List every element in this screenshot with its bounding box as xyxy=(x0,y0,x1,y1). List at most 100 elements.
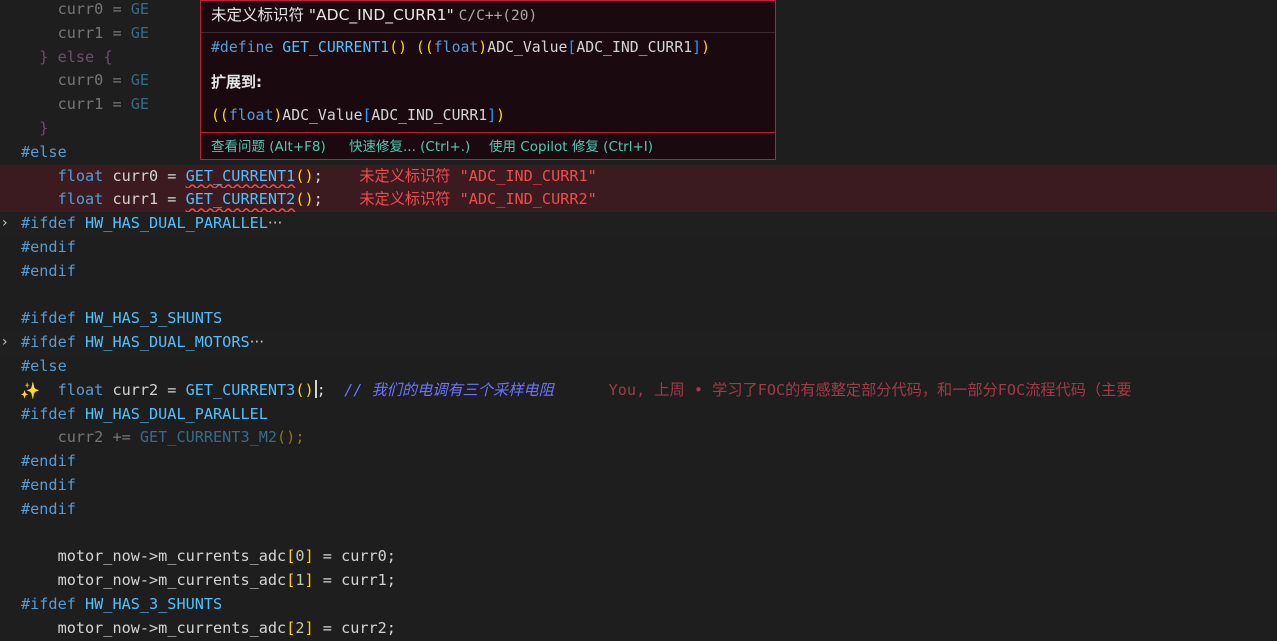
code-token: curr2 += xyxy=(57,428,140,447)
code-token: ) xyxy=(701,39,710,56)
code-token: float xyxy=(433,39,479,56)
code-token: curr0 xyxy=(57,71,104,90)
hover-actions: 查看问题 (Alt+F8) 快速修复... (Ctrl+.) 使用 Copilo… xyxy=(201,132,775,159)
code-line[interactable]: › #ifdef HW_HAS_DUAL_PARALLEL··· xyxy=(0,212,1277,236)
code-token: GE xyxy=(130,95,150,114)
code-text: #endif xyxy=(21,450,76,474)
code-token: ; xyxy=(313,166,323,185)
code-line[interactable]: motor_now->m_currents_adc[0] = curr0; xyxy=(0,545,1277,569)
quick-fix-link[interactable]: 快速修复... (Ctrl+.) xyxy=(349,133,470,159)
code-token: -> xyxy=(139,547,159,566)
code-token: ) xyxy=(496,107,506,124)
code-token: 0 xyxy=(295,547,305,566)
code-line[interactable]: #endif xyxy=(0,236,1277,260)
code-token: GET_CURRENT2 xyxy=(185,190,296,209)
code-token: 1 xyxy=(295,571,305,590)
code-line[interactable]: #ifdef HW_HAS_3_SHUNTS xyxy=(0,307,1277,331)
code-token: ; xyxy=(313,190,323,209)
code-text: #ifdef HW_HAS_DUAL_PARALLEL xyxy=(21,403,268,427)
code-token: motor_now xyxy=(57,618,140,637)
code-token: [ xyxy=(286,547,296,566)
code-token: #endif xyxy=(21,238,76,256)
code-text: } else { xyxy=(21,46,113,70)
code-token: HW_HAS_DUAL_PARALLEL xyxy=(85,214,268,233)
folded-ellipsis[interactable]: ··· xyxy=(250,333,264,351)
copilot-fix-link[interactable]: 使用 Copilot 修复 (Ctrl+I) xyxy=(489,133,653,159)
code-token: float xyxy=(57,380,104,399)
code-token: float xyxy=(228,107,274,124)
code-line-error[interactable]: float curr0 = GET_CURRENT1(); 未定义标识符 "AD… xyxy=(0,164,1277,189)
code-text: #ifdef HW_HAS_3_SHUNTS xyxy=(21,593,222,617)
view-problem-link[interactable]: 查看问题 (Alt+F8) xyxy=(211,133,326,159)
code-line[interactable]: #ifdef HW_HAS_3_SHUNTS xyxy=(0,593,1277,617)
code-text: } xyxy=(21,117,48,141)
code-comment: // 我们的电调有三个采样电阻 xyxy=(344,380,554,399)
code-token: #ifdef xyxy=(21,595,86,613)
code-token: = curr1; xyxy=(313,571,396,590)
code-token: = xyxy=(103,23,131,42)
code-token: GET_CURRENT1 xyxy=(185,166,296,185)
code-line[interactable]: › #ifdef HW_HAS_DUAL_MOTORS··· xyxy=(0,331,1277,355)
code-line[interactable]: ✨ float curr2 = GET_CURRENT3(); // 我们的电调… xyxy=(0,379,1277,403)
inline-error-message: 未定义标识符 "ADC_IND_CURR1" xyxy=(359,166,597,185)
code-token: ] xyxy=(487,107,497,124)
code-line[interactable]: #endif xyxy=(0,260,1277,284)
code-token: float xyxy=(57,190,104,209)
code-token: ] xyxy=(304,547,314,566)
code-token: else xyxy=(57,47,95,66)
code-token: m_currents_adc xyxy=(158,547,287,566)
code-token: #ifdef xyxy=(21,333,86,352)
code-token: motor_now xyxy=(57,571,140,590)
code-token: #endif xyxy=(21,499,76,518)
code-token: ] xyxy=(304,618,314,637)
code-line[interactable]: #else xyxy=(0,355,1277,379)
code-token: #else xyxy=(21,142,67,161)
code-text: #endif xyxy=(21,474,76,498)
hover-expand-label: 扩展到: xyxy=(211,73,262,91)
code-token: { xyxy=(103,47,113,66)
code-line[interactable] xyxy=(0,522,1277,546)
code-text: curr2 += GET_CURRENT3_M2(); xyxy=(21,426,305,450)
code-token: = curr2; xyxy=(313,618,396,637)
code-token: HW_HAS_3_SHUNTS xyxy=(85,595,223,613)
code-text: #ifdef HW_HAS_3_SHUNTS xyxy=(21,307,222,331)
fold-chevron-icon[interactable]: › xyxy=(2,331,16,355)
code-token: GET_CURRENT3_M2 xyxy=(139,428,278,447)
code-token: ] xyxy=(304,571,314,590)
code-line[interactable]: #endif xyxy=(0,474,1277,498)
code-token: ; xyxy=(316,380,326,399)
code-token: (); xyxy=(277,428,305,447)
code-token: HW_HAS_DUAL_PARALLEL xyxy=(85,404,268,423)
folded-ellipsis[interactable]: ··· xyxy=(268,214,282,232)
code-token: curr0 = xyxy=(103,166,186,185)
code-line-error[interactable]: float curr1 = GET_CURRENT2(); 未定义标识符 "AD… xyxy=(0,188,1277,213)
code-line[interactable]: #endif xyxy=(0,450,1277,474)
code-token: m_currents_adc xyxy=(158,571,287,590)
code-line[interactable] xyxy=(0,284,1277,308)
code-line[interactable]: #ifdef HW_HAS_DUAL_PARALLEL xyxy=(0,403,1277,427)
code-line[interactable]: #endif xyxy=(0,498,1277,522)
code-text: #endif xyxy=(21,236,76,260)
code-token: = curr0; xyxy=(313,547,396,566)
code-text: curr0 = GE xyxy=(21,0,149,22)
code-token: () xyxy=(295,380,314,399)
fold-chevron-icon[interactable]: › xyxy=(2,212,16,236)
code-token: #endif xyxy=(21,476,76,494)
code-token: GE xyxy=(130,23,150,42)
hover-define-line: #define GET_CURRENT1() ((float)ADC_Value… xyxy=(211,37,710,59)
code-text: float curr2 = GET_CURRENT3(); // 我们的电调有三… xyxy=(21,379,1132,403)
code-line[interactable]: curr2 += GET_CURRENT3_M2(); xyxy=(0,426,1277,450)
code-line[interactable]: motor_now->m_currents_adc[1] = curr1; xyxy=(0,569,1277,593)
code-token: ADC_Value xyxy=(487,39,568,56)
code-line[interactable]: motor_now->m_currents_adc[2] = curr2; xyxy=(0,617,1277,641)
code-token: motor_now xyxy=(57,547,140,566)
